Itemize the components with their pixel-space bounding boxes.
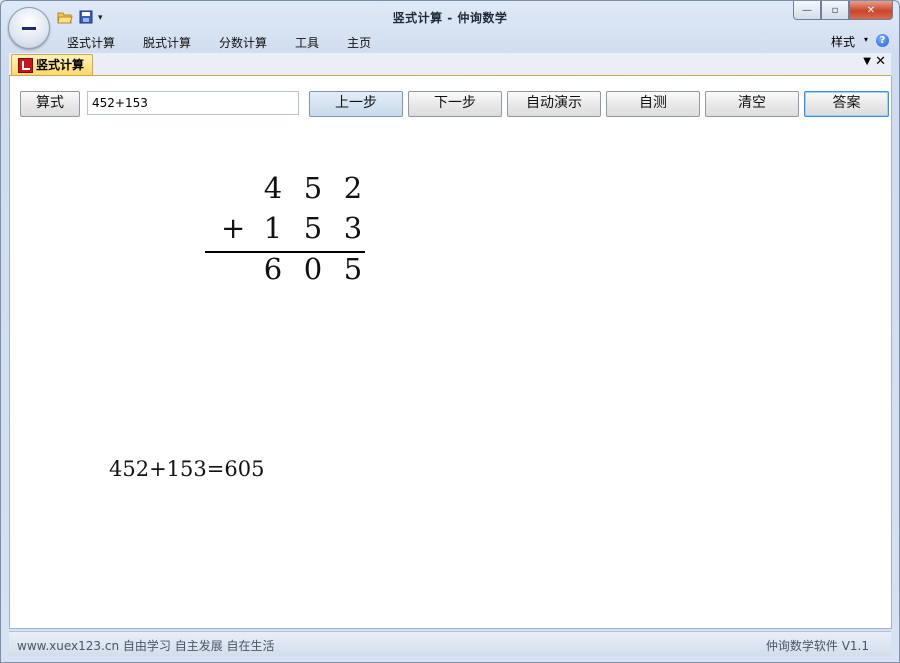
menu-bar: 竖式计算 脱式计算 分数计算 工具 主页 [55,32,387,52]
document-icon [18,58,33,73]
menu-home[interactable]: 主页 [335,32,383,52]
window-title: 竖式计算 - 仲询数学 [392,11,508,25]
self-test-button[interactable]: 自测 [606,91,700,117]
restore-button[interactable]: ▫ [821,1,849,20]
menu-step-calc[interactable]: 脱式计算 [131,32,203,52]
style-menu[interactable]: 样式 [831,33,855,50]
window-controls: — ▫ ✕ [793,1,893,21]
previous-step-button[interactable]: 上一步 [309,91,403,117]
addend1-digit: 4 [263,171,283,205]
equation-result: 452+153=605 [109,457,265,481]
addend1-digit: 5 [303,171,323,205]
menu-tools[interactable]: 工具 [283,32,331,52]
menu-vertical-calc[interactable]: 竖式计算 [55,32,127,52]
app-logo-icon [22,27,36,30]
result-digit: 6 [263,252,283,286]
help-icon[interactable]: ? [876,34,889,47]
expression-label-button[interactable]: 算式 [20,91,80,117]
calculation-panel: 算式 上一步 下一步 自动演示 自测 清空 答案 4 5 2 + 1 5 3 6… [9,76,892,629]
result-digit: 5 [343,252,363,286]
menu-fraction-calc[interactable]: 分数计算 [207,32,279,52]
tab-vertical-calc[interactable]: 竖式计算 [11,54,94,75]
status-version: 仲询数学软件 V1.1 [765,639,869,653]
expression-input[interactable] [87,91,299,115]
addend2-digit: 5 [303,211,323,245]
app-window: ▾ 竖式计算 - 仲询数学 — ▫ ✕ 竖式计算 脱式计算 分数计算 工具 主页… [0,0,900,663]
result-digit: 0 [303,252,323,286]
addend1-digit: 2 [343,171,363,205]
status-website: www.xuex123.cn 自由学习 自主发展 自在生活 [17,639,275,653]
addend2-digit: 3 [343,211,363,245]
addend2-digit: 1 [263,211,283,245]
answer-button[interactable]: 答案 [804,91,889,117]
operator-sign: + [221,211,246,245]
chevron-down-icon[interactable]: ▾ [864,35,868,44]
tab-list-dropdown-icon[interactable]: ▼ [863,56,871,67]
next-step-button[interactable]: 下一步 [408,91,502,117]
sum-line [205,251,365,253]
tab-label: 竖式计算 [36,58,85,72]
close-button[interactable]: ✕ [849,1,893,20]
status-bar: www.xuex123.cn 自由学习 自主发展 自在生活 仲询数学软件 V1.… [9,631,891,656]
tab-close-icon[interactable]: ✕ [875,54,886,69]
clear-button[interactable]: 清空 [705,91,799,117]
auto-demo-button[interactable]: 自动演示 [507,91,601,117]
minimize-button[interactable]: — [793,1,821,20]
document-tab-strip: 竖式计算 ▼ ✕ [9,53,891,76]
